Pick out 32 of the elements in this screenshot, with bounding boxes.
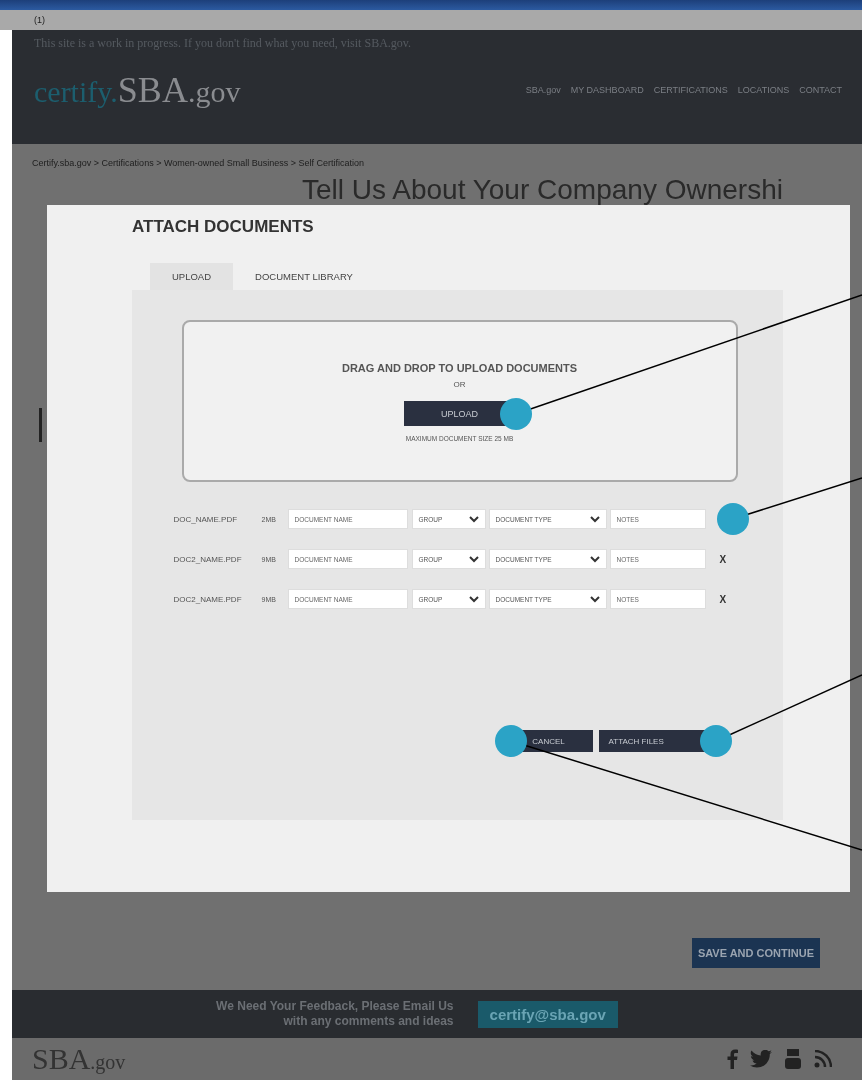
dialog-title: ATTACH DOCUMENTS xyxy=(132,217,315,237)
drop-zone-heading: DRAG AND DROP TO UPLOAD DOCUMENTS xyxy=(341,362,578,374)
file-name: DOC2_NAME.PDF xyxy=(173,594,243,604)
remove-button[interactable]: X xyxy=(719,593,727,605)
feedback-text: We Need Your Feedback, Please Email Us with any comments and ideas xyxy=(216,999,454,1029)
nav-link[interactable]: MY DASHBOARD xyxy=(570,85,644,95)
chevron-down-icon xyxy=(589,555,600,563)
facebook-icon[interactable] xyxy=(726,1049,738,1069)
video-icon[interactable] xyxy=(784,1049,802,1069)
chevron-down-icon xyxy=(468,555,479,563)
chevron-down-icon xyxy=(589,595,600,603)
nav-link[interactable]: LOCATIONS xyxy=(737,85,790,95)
tab[interactable]: UPLOAD xyxy=(150,263,234,290)
or-text: OR xyxy=(453,380,466,389)
site-logo[interactable]: certify.SBA.gov xyxy=(34,69,241,111)
chevron-down-icon xyxy=(589,515,600,523)
nav-link[interactable]: CONTACT xyxy=(799,85,842,95)
file-name: DOC_NAME.PDF xyxy=(173,514,239,524)
page-title: Tell Us About Your Company Ownershi xyxy=(302,174,784,206)
rss-icon[interactable] xyxy=(814,1050,832,1068)
tab[interactable]: DOCUMENT LIBRARY xyxy=(233,263,375,290)
nav-link[interactable]: CERTIFICATIONS xyxy=(653,85,728,95)
nav-link[interactable]: SBA.gov xyxy=(525,85,561,95)
save-and-continue-button[interactable]: SAVE AND CONTINUE xyxy=(691,938,820,968)
chevron-down-icon xyxy=(468,595,479,603)
chevron-down-icon xyxy=(468,515,479,523)
breadcrumb: Certify.sba.gov > Certifications > Women-owned Small Business > Self Certification xyxy=(32,158,366,168)
remove-button[interactable]: X xyxy=(719,553,727,565)
file-name: DOC2_NAME.PDF xyxy=(173,554,243,564)
browser-tab-label[interactable]: (1) xyxy=(34,15,45,25)
text-cursor xyxy=(39,408,42,442)
bird-icon[interactable] xyxy=(750,1050,772,1068)
